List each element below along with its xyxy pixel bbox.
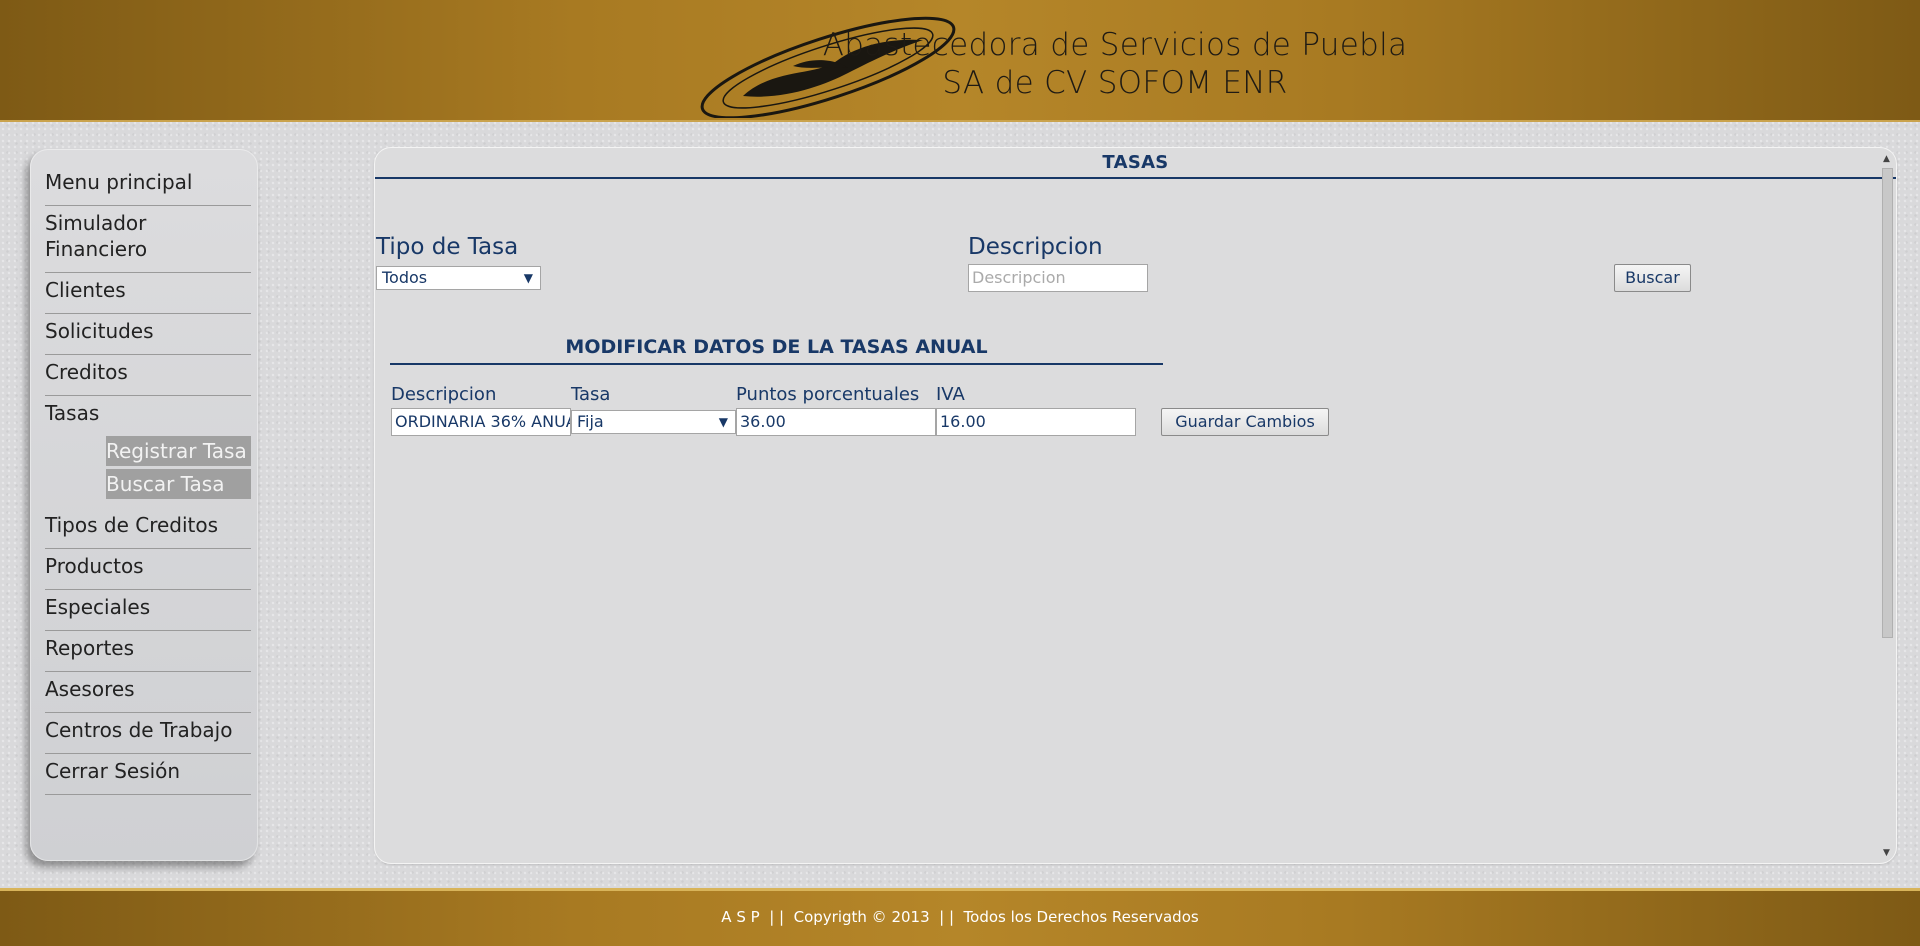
company-name-line2: SA de CV SOFOM ENR [942, 65, 1288, 101]
tasas-submenu: Registrar Tasa Buscar Tasa [45, 436, 251, 508]
tipo-de-tasa-label: Tipo de Tasa [376, 234, 519, 260]
iva-input[interactable]: 16.00 [936, 408, 1136, 436]
scroll-down-icon[interactable]: ▼ [1883, 848, 1890, 858]
main-panel: TASAS Tipo de Tasa Todos ▼ Descripcion D… [375, 148, 1896, 863]
col-descripcion-label: Descripcion [391, 384, 497, 405]
sidebar-item-productos[interactable]: Productos [45, 549, 251, 589]
company-name-line1: Abastecedora de Servicios de Puebla [822, 27, 1408, 63]
descripcion-filter-label: Descripcion [968, 234, 1103, 260]
sidebar-item-solicitudes[interactable]: Solicitudes [45, 314, 251, 354]
sidebar-item-creditos[interactable]: Creditos [45, 355, 251, 395]
sidebar-item-cerrar-sesion[interactable]: Cerrar Sesión [45, 754, 251, 794]
sidebar-item-simulador-financiero[interactable]: Simulador Financiero [45, 206, 165, 272]
vertical-scrollbar[interactable]: ▲ ▼ [1879, 150, 1896, 860]
sidebar-item-reportes[interactable]: Reportes [45, 631, 251, 671]
col-iva-label: IVA [936, 384, 965, 405]
sidebar-item-clientes[interactable]: Clientes [45, 273, 251, 313]
descripcion-search-input[interactable]: Descripcion [968, 264, 1148, 292]
scrollbar-thumb[interactable] [1882, 168, 1893, 638]
site-footer: A S P | | Copyrigth © 2013 | | Todos los… [0, 888, 1920, 946]
tasa-value: Fija [577, 412, 604, 431]
tipo-de-tasa-select[interactable]: Todos ▼ [376, 266, 541, 290]
chevron-down-icon: ▼ [718, 415, 728, 429]
sidebar: Menu principal Simulador Financiero Clie… [30, 149, 258, 861]
tipo-de-tasa-value: Todos [382, 268, 428, 287]
scroll-up-icon[interactable]: ▲ [1883, 154, 1890, 164]
col-tasa-label: Tasa [571, 384, 611, 405]
footer-copyright: A S P | | Copyrigth © 2013 | | Todos los… [721, 908, 1199, 926]
sidebar-item-centros-de-trabajo[interactable]: Centros de Trabajo [45, 713, 251, 753]
company-name: Abastecedora de Servicios de Puebla SA d… [780, 26, 1450, 102]
col-puntos-label: Puntos porcentuales [736, 384, 920, 405]
chevron-down-icon: ▼ [523, 271, 533, 285]
submenu-item-buscar-tasa[interactable]: Buscar Tasa [106, 469, 251, 499]
descripcion-edit-input[interactable]: ORDINARIA 36% ANUAL [391, 408, 571, 436]
sidebar-item-asesores[interactable]: Asesores [45, 672, 251, 712]
sidebar-item-menu-principal[interactable]: Menu principal [45, 165, 251, 205]
sidebar-item-especiales[interactable]: Especiales [45, 590, 251, 630]
tasa-select[interactable]: Fija ▼ [571, 410, 736, 434]
site-header: Abastecedora de Servicios de Puebla SA d… [0, 0, 1920, 122]
guardar-cambios-button[interactable]: Guardar Cambios [1161, 408, 1329, 436]
submenu-item-registrar-tasa[interactable]: Registrar Tasa [106, 436, 251, 466]
sidebar-item-tipos-de-creditos[interactable]: Tipos de Creditos [45, 508, 251, 548]
sidebar-item-tasas[interactable]: Tasas [45, 396, 251, 436]
modificar-section-title: MODIFICAR DATOS DE LA TASAS ANUAL [390, 336, 1163, 365]
buscar-button[interactable]: Buscar [1614, 264, 1691, 292]
sidebar-menu: Menu principal Simulador Financiero Clie… [45, 165, 251, 795]
puntos-porcentuales-input[interactable]: 36.00 [736, 408, 936, 436]
page-title: TASAS [375, 152, 1896, 179]
